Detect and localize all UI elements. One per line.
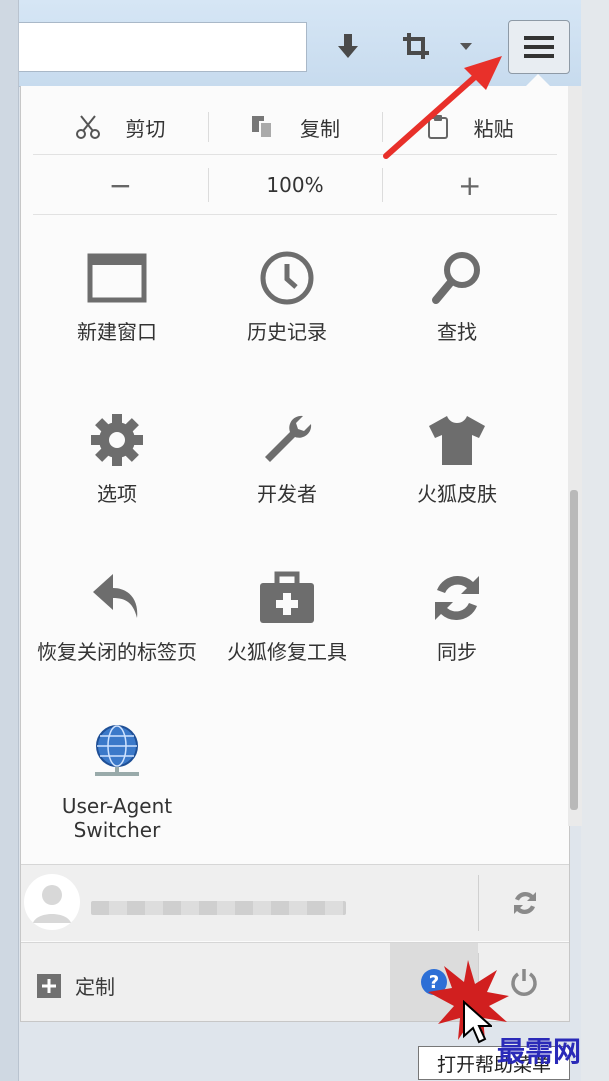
- tile-label: 开发者: [257, 482, 317, 506]
- tile-developer[interactable]: 开发者: [197, 408, 377, 506]
- tile-new-window[interactable]: 新建窗口: [27, 246, 207, 344]
- sync-icon[interactable]: [511, 889, 539, 917]
- globe-icon: [95, 725, 139, 776]
- plus-square-icon: [37, 973, 61, 998]
- tshirt-icon: [429, 416, 485, 465]
- new-window-icon: [87, 253, 147, 303]
- scissors-icon: [76, 115, 101, 139]
- customize-label: 定制: [75, 975, 115, 999]
- watermark: 最需网: [497, 1035, 582, 1068]
- tile-user-agent-switcher[interactable]: User-Agent Switcher: [27, 720, 207, 842]
- zoom-reset-button[interactable]: 100%: [207, 156, 383, 214]
- zoom-controls-row: − 100% +: [33, 156, 557, 215]
- tile-themes[interactable]: 火狐皮肤: [367, 408, 547, 506]
- download-arrow-icon: [338, 34, 358, 58]
- zoom-in-button[interactable]: +: [382, 156, 557, 214]
- account-row[interactable]: [21, 864, 569, 941]
- avatar-icon: [24, 874, 80, 930]
- cut-label: 剪切: [125, 116, 166, 141]
- zoom-out-button[interactable]: −: [33, 156, 208, 214]
- tile-sync[interactable]: 同步: [367, 566, 547, 664]
- wrench-icon: [265, 415, 312, 462]
- undo-arrow-icon: [93, 574, 138, 618]
- sync-icon: [435, 575, 479, 621]
- copy-icon: [252, 116, 273, 139]
- tile-label: 火狐修复工具: [227, 640, 347, 664]
- tile-history[interactable]: 历史记录: [197, 246, 377, 344]
- scrollbar-thumb[interactable]: [570, 490, 578, 810]
- hamburger-menu-icon: [524, 36, 554, 58]
- tile-label: 恢复关闭的标签页: [37, 640, 197, 664]
- toolbox-icon: [260, 571, 314, 623]
- divider: [478, 875, 479, 931]
- tile-label: 新建窗口: [77, 320, 157, 344]
- copy-label: 复制: [300, 116, 340, 141]
- window-left-edge: [0, 0, 19, 1081]
- tile-options[interactable]: 选项: [27, 408, 207, 506]
- search-icon: [432, 252, 480, 304]
- tile-label: User-Agent Switcher: [61, 794, 173, 842]
- gear-icon: [91, 414, 143, 466]
- downloads-button[interactable]: [326, 22, 370, 70]
- history-clock-icon: [260, 251, 314, 305]
- url-bar[interactable]: [0, 22, 307, 72]
- tile-label: 查找: [437, 320, 477, 344]
- tile-repair-tool[interactable]: 火狐修复工具: [197, 566, 377, 664]
- mouse-cursor-icon: [463, 1000, 492, 1044]
- window-right-edge: [581, 0, 609, 1081]
- panel-pointer: [526, 74, 550, 86]
- annotation-arrow-icon: [383, 56, 502, 159]
- blurred-account-text: [91, 901, 346, 915]
- tile-restore-closed-tabs[interactable]: 恢复关闭的标签页: [27, 566, 207, 664]
- customize-button[interactable]: 定制: [37, 971, 115, 1000]
- tile-label: 同步: [437, 640, 477, 664]
- open-menu-button[interactable]: [508, 20, 570, 74]
- cut-button[interactable]: 剪切: [33, 100, 208, 154]
- tile-label: 火狐皮肤: [417, 482, 497, 506]
- copy-button[interactable]: 复制: [207, 100, 383, 154]
- tile-find[interactable]: 查找: [367, 246, 547, 344]
- menu-panel: 剪切 复制 粘贴 − 100% + 新建窗口 历史记录 查找 选项 开发者 火狐…: [20, 86, 570, 1022]
- tile-label: 历史记录: [247, 320, 327, 344]
- tile-label: 选项: [97, 482, 137, 506]
- power-quit-icon[interactable]: [509, 967, 539, 997]
